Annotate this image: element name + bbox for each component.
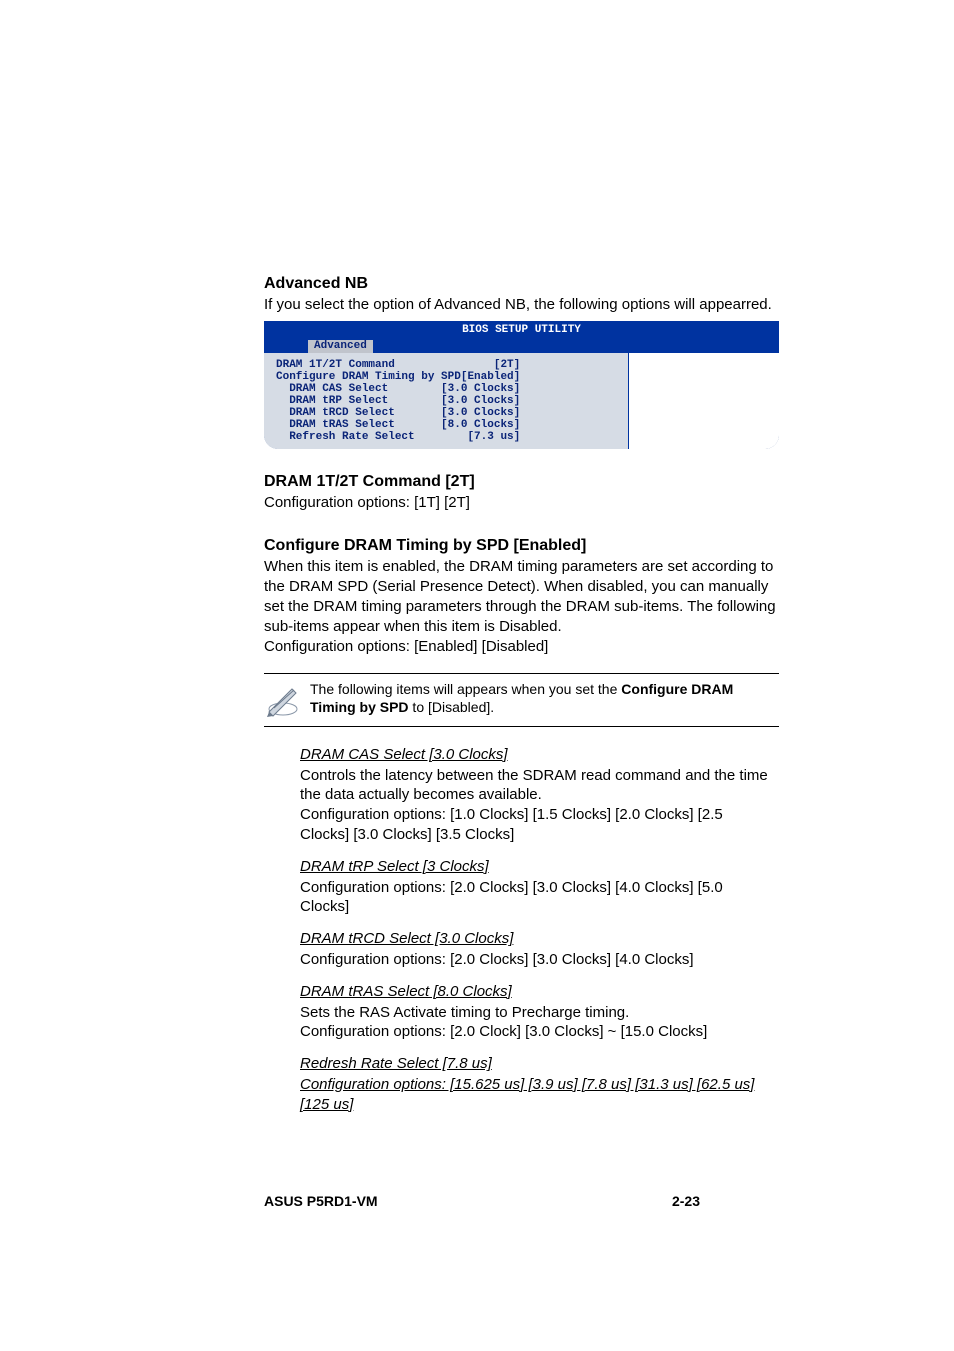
- sub-body-trp: Configuration options: [2.0 Clocks] [3.0…: [300, 878, 769, 918]
- bios-title: BIOS SETUP UTILITY: [462, 324, 581, 336]
- sub-head-cas: DRAM CAS Select [3.0 Clocks]: [300, 745, 769, 765]
- bios-settings-list: DRAM 1T/2T Command [2T] Configure DRAM T…: [264, 353, 628, 449]
- bios-row[interactable]: Refresh Rate Select [7.3 us]: [276, 431, 620, 443]
- bios-help-pane: [628, 353, 779, 449]
- bios-row[interactable]: DRAM CAS Select [3.0 Clocks]: [276, 383, 620, 395]
- bios-row[interactable]: Configure DRAM Timing by SPD [Enabled]: [276, 371, 620, 383]
- setting-heading-configure-spd: Configure DRAM Timing by SPD [Enabled]: [264, 537, 779, 555]
- bios-row[interactable]: DRAM tRAS Select [8.0 Clocks]: [276, 419, 620, 431]
- bios-row[interactable]: DRAM 1T/2T Command [2T]: [276, 359, 620, 371]
- footer-page: 2-23: [672, 1193, 700, 1209]
- footer-product: ASUS P5RD1-VM: [264, 1193, 378, 1209]
- sub-head-tras: DRAM tRAS Select [8.0 Clocks]: [300, 982, 769, 1002]
- bios-setting-value: [3.0 Clocks]: [441, 395, 620, 407]
- bios-setting-value: [3.0 Clocks]: [441, 407, 620, 419]
- sub-head-trcd: DRAM tRCD Select [3.0 Clocks]: [300, 929, 769, 949]
- bios-setting-label: Configure DRAM Timing by SPD: [276, 371, 461, 383]
- sub-body-trcd: Configuration options: [2.0 Clocks] [3.0…: [300, 950, 769, 970]
- bios-panel: BIOS SETUP UTILITY Advanced DRAM 1T/2T C…: [264, 321, 779, 449]
- setting-text-dram-1t2t: Configuration options: [1T] [2T]: [264, 493, 779, 513]
- bios-setting-value: [3.0 Clocks]: [441, 383, 620, 395]
- bios-setting-label: DRAM tRP Select: [276, 395, 388, 407]
- section-title: Advanced NB: [264, 275, 779, 293]
- setting-text-configure-spd: When this item is enabled, the DRAM timi…: [264, 557, 779, 657]
- intro-text: If you select the option of Advanced NB,…: [264, 295, 779, 315]
- sub-head-trp: DRAM tRP Select [3 Clocks]: [300, 857, 769, 877]
- bios-tab-advanced[interactable]: Advanced: [308, 340, 373, 353]
- bios-row[interactable]: DRAM tRCD Select [3.0 Clocks]: [276, 407, 620, 419]
- bios-setting-label: DRAM CAS Select: [276, 383, 388, 395]
- bios-setting-value: [8.0 Clocks]: [441, 419, 620, 431]
- bios-setting-label: Refresh Rate Select: [276, 431, 415, 443]
- bios-setting-label: DRAM 1T/2T Command: [276, 359, 395, 371]
- note-pre: The following items will appears when yo…: [310, 681, 621, 697]
- note-post: to [Disabled].: [409, 699, 495, 715]
- bios-row[interactable]: DRAM tRP Select [3.0 Clocks]: [276, 395, 620, 407]
- bios-setting-label: DRAM tRAS Select: [276, 419, 395, 431]
- setting-heading-dram-1t2t: DRAM 1T/2T Command [2T]: [264, 473, 779, 491]
- note-pencil-icon: [264, 680, 310, 720]
- sub-body-cas: Controls the latency between the SDRAM r…: [300, 766, 769, 845]
- bios-setting-label: DRAM tRCD Select: [276, 407, 395, 419]
- bios-setting-value: [7.3 us]: [467, 431, 620, 443]
- note-text: The following items will appears when yo…: [310, 680, 779, 716]
- bios-setting-value: [Enabled]: [461, 371, 620, 383]
- bios-setting-value: [2T]: [494, 359, 620, 371]
- bios-body: DRAM 1T/2T Command [2T] Configure DRAM T…: [264, 353, 779, 449]
- sub-body-tras: Sets the RAS Activate timing to Precharg…: [300, 1003, 769, 1043]
- sub-head-refresh: Redresh Rate Select [7.8 us]: [300, 1054, 769, 1074]
- sub-body-refresh: Configuration options: [15.625 us] [3.9 …: [300, 1075, 769, 1115]
- bios-title-bar: BIOS SETUP UTILITY Advanced: [264, 321, 779, 353]
- note-box: The following items will appears when yo…: [264, 673, 779, 727]
